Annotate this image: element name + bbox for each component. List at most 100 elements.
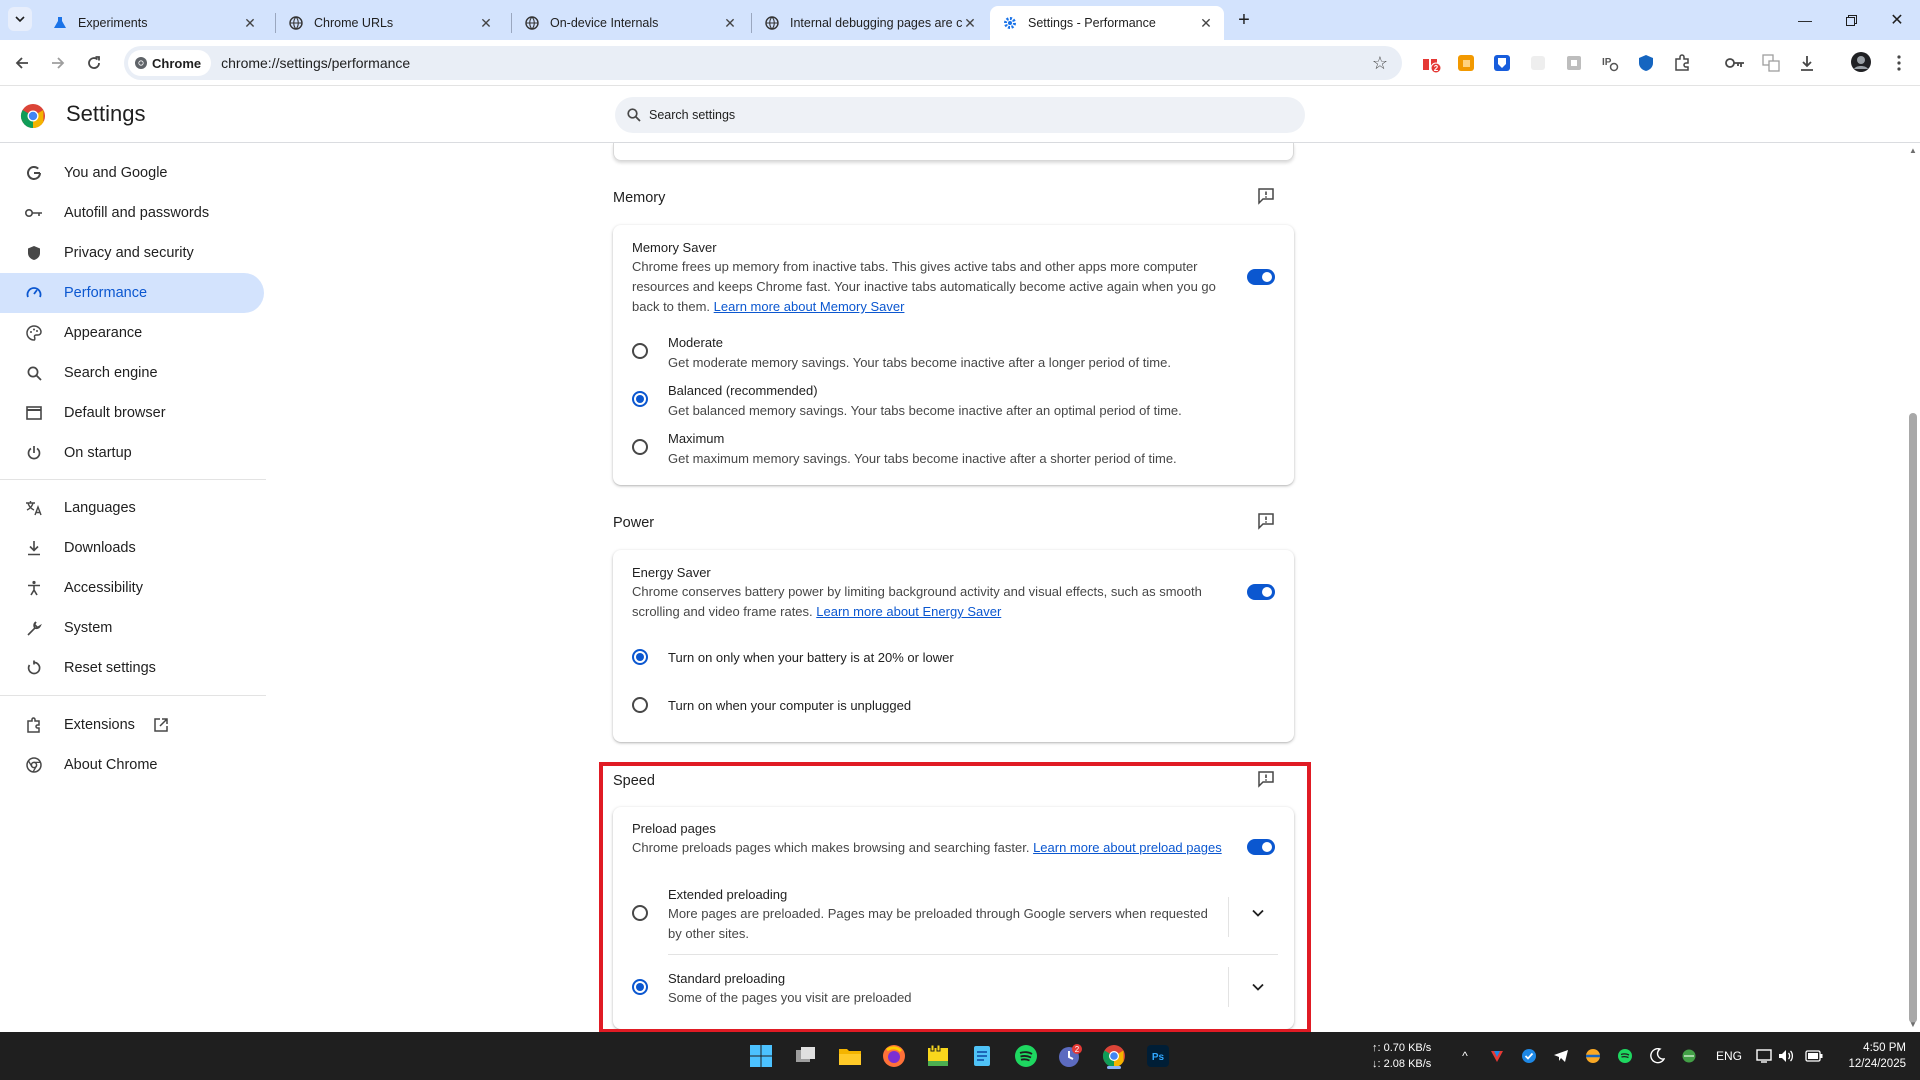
sidebar-item-on-startup[interactable]: On startup	[0, 433, 264, 473]
password-key-icon[interactable]	[1724, 52, 1746, 74]
sidebar-item-autofill[interactable]: Autofill and passwords	[0, 193, 264, 233]
language-indicator[interactable]: ENG	[1716, 1049, 1742, 1063]
spotify-icon[interactable]	[1011, 1041, 1041, 1071]
scroll-up-arrow-icon[interactable]: ▲	[1909, 147, 1917, 155]
close-icon[interactable]: ✕	[962, 15, 978, 31]
tab-on-device-internals[interactable]: On-device Internals ✕	[512, 6, 748, 40]
tab-search-button[interactable]	[8, 7, 32, 31]
forward-button[interactable]	[46, 51, 70, 75]
tray-moon-icon[interactable]	[1647, 1046, 1667, 1066]
feedback-icon[interactable]	[1256, 186, 1276, 206]
restore-button[interactable]	[1828, 0, 1874, 40]
extension-shield-icon[interactable]	[1635, 52, 1657, 74]
minimize-button[interactable]: —	[1782, 0, 1828, 40]
tray-network-icon[interactable]	[1679, 1046, 1699, 1066]
extension-ip-icon[interactable]: IP	[1599, 52, 1621, 74]
radio-balanced[interactable]	[632, 391, 648, 407]
memory-saver-toggle[interactable]	[1247, 269, 1275, 285]
notepad-icon[interactable]	[967, 1041, 997, 1071]
sidebar-item-extensions[interactable]: Extensions	[0, 705, 264, 745]
reload-button[interactable]	[82, 51, 106, 75]
sidebar-item-languages[interactable]: Languages	[0, 488, 264, 528]
tray-chevron-up-icon[interactable]: ^	[1455, 1046, 1475, 1066]
radio-maximum[interactable]	[632, 439, 648, 455]
sidebar-item-you-and-google[interactable]: You and Google	[0, 153, 264, 193]
sidebar-item-privacy[interactable]: Privacy and security	[0, 233, 264, 273]
taskbar-badge-count: 2	[1075, 1045, 1080, 1054]
sidebar-item-search-engine[interactable]: Search engine	[0, 353, 264, 393]
kebab-menu-icon[interactable]	[1888, 52, 1910, 74]
option-title: Turn on when your computer is unplugged	[668, 698, 912, 713]
translate-icon[interactable]	[1760, 52, 1782, 74]
scrollbar-thumb[interactable]	[1909, 413, 1917, 1023]
page-scrollbar[interactable]: ▲ ▼	[1906, 143, 1920, 1032]
close-icon[interactable]: ✕	[722, 15, 738, 31]
sidebar-item-reset-settings[interactable]: Reset settings	[0, 648, 264, 688]
tray-battery-icon[interactable]	[1804, 1046, 1824, 1066]
sidebar-item-about-chrome[interactable]: About Chrome	[0, 745, 264, 785]
svg-text:Ps: Ps	[1152, 1052, 1165, 1063]
photoshop-icon[interactable]: Ps	[1143, 1041, 1173, 1071]
task-view-icon[interactable]	[791, 1041, 821, 1071]
energy-saver-toggle[interactable]	[1247, 584, 1275, 600]
tray-volume-icon[interactable]	[1776, 1046, 1796, 1066]
radio-moderate[interactable]	[632, 343, 648, 359]
sidebar-item-accessibility[interactable]: Accessibility	[0, 568, 264, 608]
sticky-notes-icon[interactable]	[923, 1041, 953, 1071]
back-button[interactable]	[10, 51, 34, 75]
file-explorer-icon[interactable]	[835, 1041, 865, 1071]
search-placeholder: Search settings	[649, 108, 736, 122]
close-window-button[interactable]: ✕	[1874, 0, 1920, 40]
arrow-left-icon	[15, 57, 28, 69]
tray-check-icon[interactable]	[1519, 1046, 1539, 1066]
firefox-icon[interactable]	[879, 1041, 909, 1071]
sidebar-item-label: Privacy and security	[64, 245, 194, 261]
sidebar-item-default-browser[interactable]: Default browser	[0, 393, 264, 433]
extension-bitwarden-icon[interactable]	[1491, 52, 1513, 74]
downloads-icon[interactable]	[1796, 52, 1818, 74]
learn-more-energy-saver-link[interactable]: Learn more about Energy Saver	[816, 604, 1001, 619]
sidebar-item-appearance[interactable]: Appearance	[0, 313, 264, 353]
close-icon[interactable]: ✕	[242, 15, 258, 31]
feedback-icon[interactable]	[1256, 511, 1276, 531]
scroll-down-arrow-icon[interactable]: ▼	[1909, 1021, 1917, 1029]
tab-internal-debugging[interactable]: Internal debugging pages are c ✕	[752, 6, 988, 40]
chevron-down-icon	[15, 16, 25, 23]
extension-orange-icon[interactable]	[1455, 52, 1477, 74]
extension-gray-square-icon[interactable]	[1563, 52, 1585, 74]
close-icon[interactable]: ✕	[1198, 15, 1214, 31]
extensions-puzzle-icon[interactable]	[1671, 52, 1693, 74]
tray-spotify-icon[interactable]	[1615, 1046, 1635, 1066]
windows-start-icon[interactable]	[746, 1041, 776, 1071]
learn-more-memory-saver-link[interactable]: Learn more about Memory Saver	[714, 299, 905, 314]
option-desc: Get balanced memory savings. Your tabs b…	[668, 403, 1182, 418]
chrome-taskbar-icon[interactable]	[1099, 1041, 1129, 1071]
tray-display-icon[interactable]	[1754, 1046, 1774, 1066]
new-tab-button[interactable]: +	[1232, 8, 1256, 32]
tab-chrome-urls[interactable]: Chrome URLs ✕	[276, 6, 504, 40]
omnibox[interactable]: Chrome chrome://settings/performance ☆	[124, 46, 1402, 80]
site-info-chip[interactable]: Chrome	[128, 50, 212, 76]
taskbar-clock[interactable]: 4:50 PM 12/24/2025	[1836, 1040, 1906, 1072]
tray-vpn-icon[interactable]	[1487, 1046, 1507, 1066]
tray-telegram-icon[interactable]	[1551, 1046, 1571, 1066]
radio-battery-20[interactable]	[632, 649, 648, 665]
extension-gift-icon[interactable]: 2	[1420, 52, 1442, 74]
close-icon[interactable]: ✕	[478, 15, 494, 31]
clock-app-icon[interactable]: 2	[1055, 1041, 1085, 1071]
extension-faded-icon[interactable]	[1527, 52, 1549, 74]
sidebar-item-downloads[interactable]: Downloads	[0, 528, 264, 568]
tab-experiments[interactable]: Experiments ✕	[40, 6, 268, 40]
tray-ball-icon[interactable]	[1583, 1046, 1603, 1066]
tab-settings-performance[interactable]: Settings - Performance ✕	[990, 6, 1224, 40]
download-icon	[24, 538, 44, 558]
profile-avatar[interactable]	[1850, 51, 1872, 73]
search-settings-input[interactable]: Search settings	[615, 97, 1305, 133]
sidebar-item-performance[interactable]: Performance	[0, 273, 264, 313]
radio-unplugged[interactable]	[632, 697, 648, 713]
url-text[interactable]: chrome://settings/performance	[221, 55, 410, 71]
sidebar-item-system[interactable]: System	[0, 608, 264, 648]
tab-label: Settings - Performance	[1028, 16, 1156, 30]
tab-label: Experiments	[78, 16, 148, 30]
bookmark-star-icon[interactable]: ☆	[1372, 53, 1388, 74]
